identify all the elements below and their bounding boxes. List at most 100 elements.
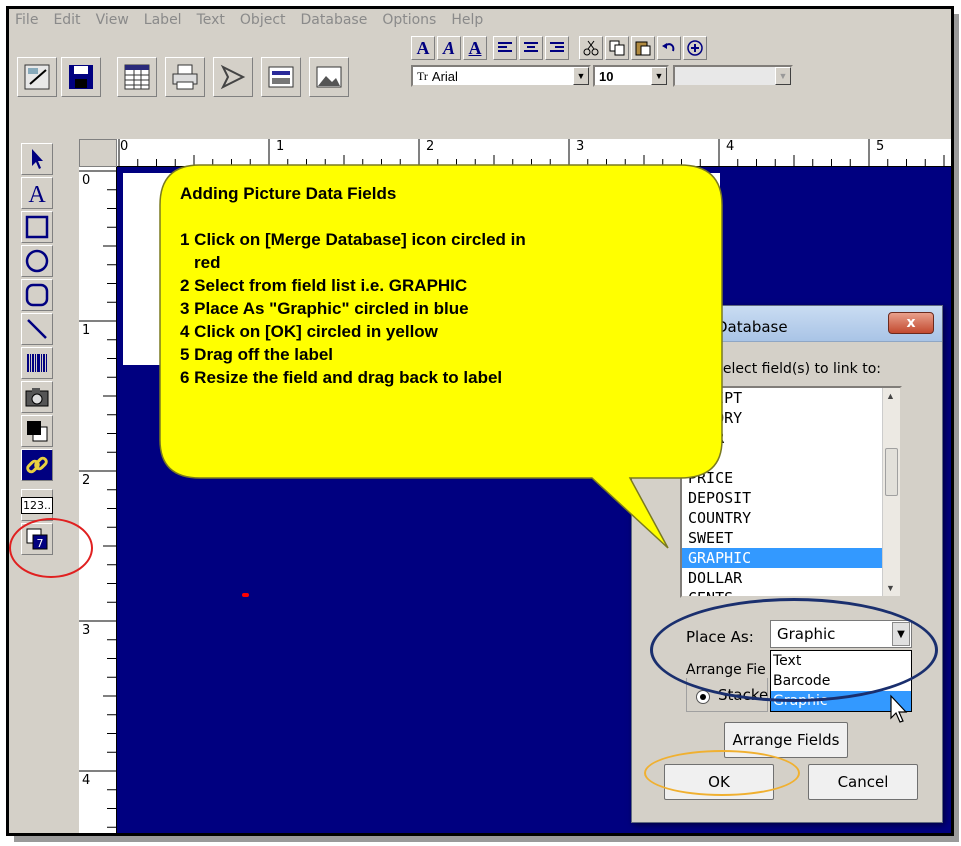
menu-object[interactable]: Object — [240, 12, 286, 28]
frame-shadow-bottom — [14, 836, 958, 842]
font-size-value: 10 — [599, 68, 614, 84]
rounded-rectangle-icon — [25, 283, 49, 307]
svg-text:A: A — [28, 182, 46, 206]
field-list-item[interactable]: DEPOSIT — [682, 488, 900, 508]
place-as-value: Graphic — [777, 625, 836, 643]
tool-palette: A 123.. 7 — [9, 139, 75, 833]
chevron-down-icon[interactable]: ▼ — [892, 622, 910, 646]
menu-help[interactable]: Help — [451, 12, 483, 28]
serial-number-tool[interactable]: 123.. — [21, 489, 53, 521]
save-button[interactable] — [61, 57, 101, 97]
undo-button[interactable] — [657, 36, 681, 60]
camera-icon — [25, 388, 49, 407]
bold-button[interactable]: A — [411, 36, 435, 60]
barcode-tool[interactable] — [21, 347, 53, 379]
ruler-mark-v3: 3 — [82, 623, 91, 638]
field-list-item[interactable]: SWEET — [682, 528, 900, 548]
ruler-mark-4: 4 — [726, 139, 735, 154]
field-list[interactable]: SCRIPT TEGORY NDOR ZE PRICE DEPOSIT COUNTRY SWE… — [680, 386, 902, 598]
print-button[interactable] — [165, 57, 205, 97]
chevron-down-icon[interactable]: ▼ — [573, 67, 589, 85]
rounded-rectangle-tool[interactable] — [21, 279, 53, 311]
chevron-down-icon: ▼ — [775, 67, 791, 85]
ruler-mark-3: 3 — [576, 139, 585, 154]
callout-step-1: 1 Click on [Merge Database] icon circled… — [180, 230, 526, 249]
line-tool[interactable] — [21, 313, 53, 345]
field-list-item[interactable]: CENTS — [682, 588, 900, 596]
rectangle-tool[interactable] — [21, 211, 53, 243]
label-setup-button[interactable] — [17, 57, 57, 97]
menu-options[interactable]: Options — [382, 12, 436, 28]
field-list-item[interactable]: SCRIPT — [682, 388, 900, 408]
italic-button[interactable]: A — [437, 36, 461, 60]
printer-icon — [172, 64, 198, 90]
stacked-radio[interactable] — [696, 690, 710, 704]
pointer-icon — [32, 149, 43, 169]
arrange-fields-button[interactable]: Arrange Fields — [724, 722, 848, 758]
send-button[interactable] — [213, 57, 253, 97]
menu-label[interactable]: Label — [144, 12, 182, 28]
place-as-select[interactable]: Graphic ▼ — [770, 620, 912, 648]
picture-tool[interactable] — [21, 381, 53, 413]
field-list-item[interactable]: NDOR — [682, 428, 900, 448]
dialog-title: Database — [716, 318, 788, 336]
menu-bar: File Edit View Label Text Object Databas… — [9, 9, 951, 31]
close-button[interactable]: x — [888, 312, 934, 334]
date-tool[interactable]: 7 — [21, 523, 53, 555]
merge-database-tool[interactable] — [21, 449, 53, 481]
image-button[interactable] — [309, 57, 349, 97]
field-list-item[interactable]: ZE — [682, 448, 900, 468]
align-left-button[interactable] — [493, 36, 517, 60]
field-list-item[interactable]: TEGORY — [682, 408, 900, 428]
truetype-icon: Tr — [417, 68, 428, 83]
preview-icon — [268, 66, 294, 88]
copy-button[interactable] — [605, 36, 629, 60]
align-center-button[interactable] — [519, 36, 543, 60]
zoom-button[interactable] — [683, 36, 707, 60]
chevron-down-icon[interactable]: ▼ — [651, 67, 667, 85]
cancel-button[interactable]: Cancel — [808, 764, 918, 800]
dialog-titlebar[interactable]: Database x — [632, 306, 942, 342]
ruler-mark-v2: 2 — [82, 473, 91, 488]
ruler-top-ticks — [118, 139, 945, 167]
ok-button[interactable]: OK — [664, 764, 774, 800]
scissors-icon — [583, 40, 599, 56]
frame-shadow-right — [954, 14, 959, 842]
callout-text: Adding Picture Data Fields 1 Click on [M… — [180, 182, 650, 389]
field-list-item[interactable]: PRICE — [682, 468, 900, 488]
scroll-down-icon[interactable]: ▼ — [886, 583, 895, 593]
underline-button[interactable]: A — [463, 36, 487, 60]
scroll-thumb[interactable] — [885, 448, 898, 496]
font-size-select[interactable]: 10 ▼ — [593, 65, 669, 87]
menu-file[interactable]: File — [15, 12, 38, 28]
field-list-item[interactable]: GRAPHIC — [682, 548, 900, 568]
option-text[interactable]: Text — [771, 651, 911, 671]
font-name-select[interactable]: Tr Arial ▼ — [411, 65, 591, 87]
place-as-label: Place As: — [686, 628, 754, 646]
menu-edit[interactable]: Edit — [53, 12, 80, 28]
cut-button[interactable] — [579, 36, 603, 60]
align-right-button[interactable] — [545, 36, 569, 60]
menu-text[interactable]: Text — [197, 12, 225, 28]
diagonal-line-icon — [27, 319, 47, 339]
scroll-up-icon[interactable]: ▲ — [886, 391, 895, 401]
field-list-scrollbar[interactable]: ▲ ▼ — [882, 388, 900, 596]
red-marker — [242, 593, 249, 597]
menu-database[interactable]: Database — [301, 12, 368, 28]
database-setup-button[interactable] — [117, 57, 157, 97]
callout-step-5: 5 Drag off the label — [180, 345, 334, 364]
preview-button[interactable] — [261, 57, 301, 97]
ruler-mark-v0: 0 — [82, 173, 91, 188]
toolbar: A A A Tr Arial ▼ 10 ▼ ▼ — [9, 31, 951, 139]
ellipse-tool[interactable] — [21, 245, 53, 277]
field-list-item[interactable]: COUNTRY — [682, 508, 900, 528]
copy-icon — [609, 40, 625, 56]
text-tool[interactable]: A — [21, 177, 53, 209]
callout-step-1b: red — [194, 253, 221, 272]
color-tool[interactable] — [21, 415, 53, 447]
field-list-item[interactable]: DOLLAR — [682, 568, 900, 588]
menu-view[interactable]: View — [96, 12, 129, 28]
option-barcode[interactable]: Barcode — [771, 671, 911, 691]
paste-button[interactable] — [631, 36, 655, 60]
pointer-tool[interactable] — [21, 143, 53, 175]
